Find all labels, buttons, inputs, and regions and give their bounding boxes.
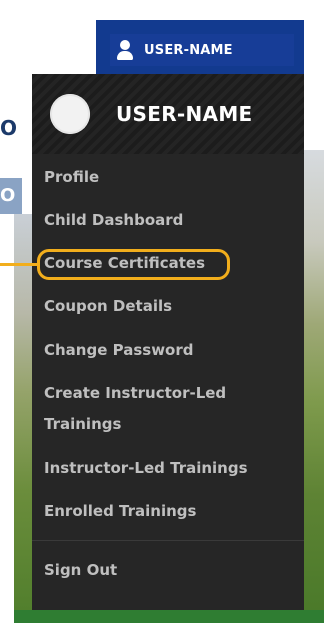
menu-item-instructor-led-trainings[interactable]: Instructor-Led Trainings <box>44 454 248 482</box>
user-dropdown-menu: USER-NAME Profile Child Dashboard Course… <box>32 74 304 610</box>
background-photo-left <box>14 214 34 610</box>
highlight-pointer-line <box>0 263 37 266</box>
background-banner-fragment: O <box>0 178 22 214</box>
menu-item-enrolled-trainings[interactable]: Enrolled Trainings <box>44 497 196 525</box>
header-username: USER-NAME <box>144 42 233 58</box>
menu-item-sign-out[interactable]: Sign Out <box>44 556 117 584</box>
menu-item-create-instructor-led-trainings[interactable]: Create Instructor-Led Trainings <box>44 378 264 440</box>
user-menu-button[interactable]: USER-NAME <box>110 34 294 66</box>
dropdown-username: USER-NAME <box>116 102 253 126</box>
dropdown-header: USER-NAME <box>32 74 304 154</box>
user-icon <box>116 40 134 60</box>
highlight-box <box>37 249 230 280</box>
avatar <box>50 94 90 134</box>
user-menu-toggle[interactable]: USER-NAME <box>96 20 304 76</box>
menu-divider <box>32 540 304 541</box>
background-green-strip <box>14 610 324 623</box>
menu-item-change-password[interactable]: Change Password <box>44 336 194 364</box>
menu-item-coupon-details[interactable]: Coupon Details <box>44 292 172 320</box>
menu-item-profile[interactable]: Profile <box>44 163 99 191</box>
menu-item-child-dashboard[interactable]: Child Dashboard <box>44 206 183 234</box>
background-heading-fragment: OU <box>0 118 18 138</box>
